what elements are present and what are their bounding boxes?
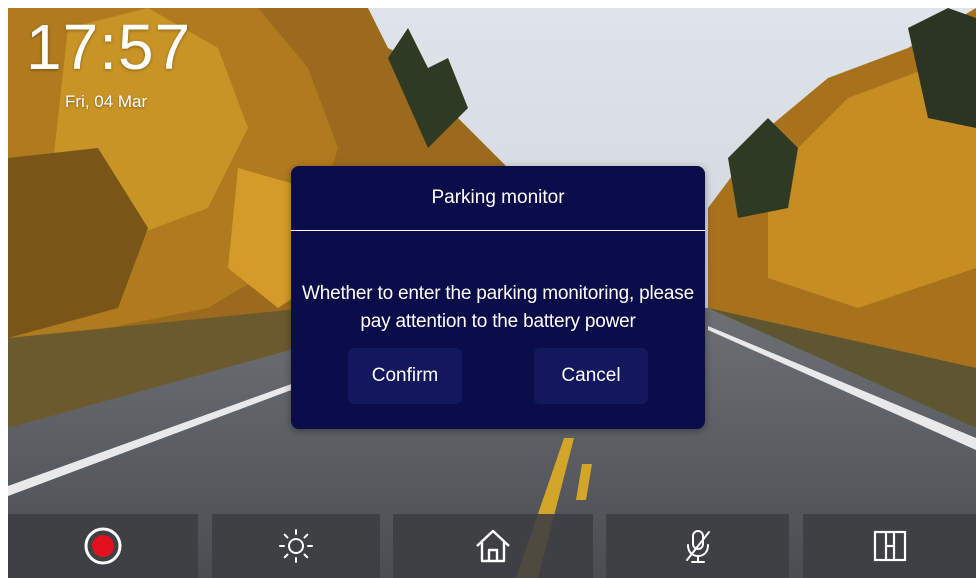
clock-date: Fri, 04 Mar <box>65 92 148 111</box>
dialog-message-line1: Whether to enter the parking monitoring,… <box>302 283 694 304</box>
dialog-message: Whether to enter the parking monitoring,… <box>291 280 705 336</box>
record-button[interactable] <box>8 514 198 578</box>
mic-off-icon <box>685 530 710 563</box>
home-icon <box>476 529 510 563</box>
confirm-button[interactable]: Confirm <box>348 348 462 404</box>
parking-monitor-dialog: Parking monitor Whether to enter the par… <box>291 166 705 429</box>
home-button[interactable] <box>393 514 593 578</box>
brightness-button[interactable] <box>212 514 380 578</box>
cancel-button[interactable]: Cancel <box>534 348 648 404</box>
dialog-message-line2: pay attention to the battery power <box>360 311 636 332</box>
brightness-icon <box>279 529 313 563</box>
dashcam-screen: 17:57 Fri, 04 Mar Parking monitor Whethe… <box>8 8 976 578</box>
split-screen-icon <box>873 530 906 562</box>
dialog-divider <box>291 230 705 231</box>
clock-time: 17:57 <box>26 11 192 83</box>
split-screen-button[interactable] <box>803 514 976 578</box>
record-icon <box>84 527 122 565</box>
dialog-title: Parking monitor <box>431 187 565 208</box>
bottom-toolbar <box>8 514 976 578</box>
microphone-button[interactable] <box>606 514 789 578</box>
